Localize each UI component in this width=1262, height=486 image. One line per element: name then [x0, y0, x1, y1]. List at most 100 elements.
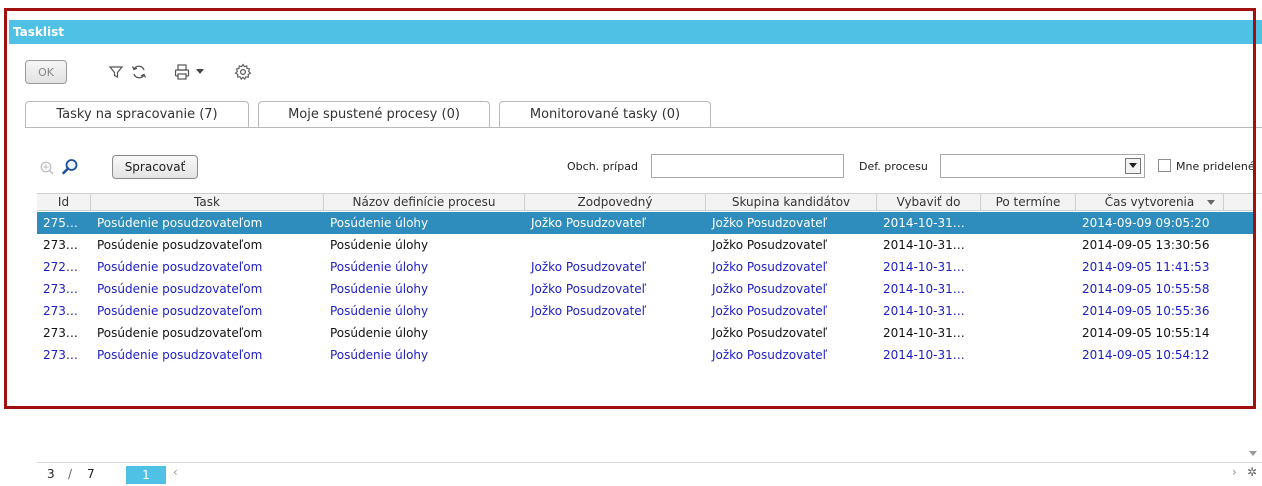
pager-total: 7 — [87, 467, 95, 481]
cell-task: Posúdenie posudzovateľom — [97, 260, 263, 274]
cell-candidate-group: Jožko Posudzovateľ — [712, 326, 828, 340]
table-row[interactable]: 272… Posúdenie posudzovateľom Posúdenie úl… — [37, 256, 1255, 278]
assigned-checkbox[interactable] — [1158, 159, 1171, 172]
grid-settings-icon[interactable]: ✲ — [1247, 465, 1257, 479]
cell-owner: Jožko Posudzovateľ — [531, 260, 647, 274]
cell-overdue — [981, 278, 1076, 300]
cell-due: 2014-10-31… — [883, 348, 965, 362]
cell-id: 275… — [43, 216, 78, 230]
cell-id: 273… — [43, 326, 78, 340]
cell-task: Posúdenie posudzovateľom — [97, 238, 263, 252]
search-icon[interactable] — [59, 156, 81, 178]
cell-owner — [525, 344, 706, 366]
column-header-created[interactable]: Čas vytvorenia — [1076, 194, 1224, 211]
table-row[interactable]: 273… Posúdenie posudzovateľom Posúdenie úl… — [37, 344, 1255, 366]
cell-overdue — [981, 256, 1076, 278]
print-icon[interactable] — [171, 62, 193, 82]
print-dropdown-icon[interactable] — [194, 64, 206, 80]
pager-current: 3 — [47, 467, 55, 481]
cell-id: 273… — [43, 282, 78, 296]
cell-overdue — [981, 234, 1076, 256]
cell-overdue — [981, 300, 1076, 322]
chevron-down-icon[interactable] — [1125, 158, 1141, 174]
cell-task: Posúdenie posudzovateľom — [97, 326, 263, 340]
cell-task: Posúdenie posudzovateľom — [97, 304, 263, 318]
cell-created: 2014-09-05 10:54:12 — [1082, 348, 1210, 362]
column-header-candidate-group[interactable]: Skupina kandidátov — [706, 194, 877, 211]
cell-created: 2014-09-05 10:55:36 — [1082, 304, 1210, 318]
cell-candidate-group: Jožko Posudzovateľ — [712, 216, 828, 230]
cell-process-definition: Posúdenie úlohy — [330, 238, 429, 252]
table-row[interactable]: 273… Posúdenie posudzovateľom Posúdenie úl… — [37, 300, 1255, 322]
cell-overdue — [981, 344, 1076, 366]
cell-due: 2014-10-31… — [883, 282, 965, 296]
pager-separator: / — [68, 467, 73, 481]
filter-icon[interactable] — [106, 62, 126, 82]
tab-tasky-na-spracovanie[interactable]: Tasky na spracovanie (7) — [25, 101, 249, 128]
column-header-owner[interactable]: Zodpovedný — [525, 194, 706, 211]
cell-owner — [525, 234, 706, 256]
vertical-scrollbar[interactable] — [1245, 415, 1262, 462]
refresh-icon[interactable] — [128, 62, 150, 82]
pager: 3 / 7 1 ‹ › ✲ — [37, 462, 1262, 486]
cell-candidate-group: Jožko Posudzovateľ — [712, 260, 828, 274]
cell-overdue — [981, 212, 1076, 234]
settings-icon[interactable] — [232, 61, 254, 83]
column-header-task[interactable]: Task — [91, 194, 324, 211]
zoom-in-icon[interactable] — [37, 158, 57, 178]
column-header-created-label: Čas vytvorenia — [1104, 195, 1195, 209]
process-definition-label: Def. procesu — [859, 160, 928, 173]
cell-due: 2014-10-31… — [883, 238, 965, 252]
cell-candidate-group: Jožko Posudzovateľ — [712, 238, 828, 252]
cell-due: 2014-10-31… — [883, 260, 965, 274]
cell-due: 2014-10-31… — [883, 216, 965, 230]
column-header-overdue[interactable]: Po termíne — [981, 194, 1076, 211]
cell-process-definition: Posúdenie úlohy — [330, 326, 429, 340]
assigned-label: Mne pridelené — [1176, 160, 1255, 173]
process-definition-select[interactable] — [940, 154, 1145, 178]
window-title: Tasklist — [9, 20, 1262, 44]
cell-id: 273… — [43, 304, 78, 318]
cell-id: 273… — [43, 238, 78, 252]
cell-task: Posúdenie posudzovateľom — [97, 348, 263, 362]
cell-owner: Jožko Posudzovateľ — [531, 216, 647, 230]
page-button-1[interactable]: 1 — [126, 466, 166, 484]
cell-process-definition: Posúdenie úlohy — [330, 260, 429, 274]
cell-created: 2014-09-05 10:55:14 — [1082, 326, 1210, 340]
cell-id: 273… — [43, 348, 78, 362]
cell-candidate-group: Jožko Posudzovateľ — [712, 304, 828, 318]
column-header-filler — [1224, 194, 1255, 211]
cell-due: 2014-10-31… — [883, 304, 965, 318]
table-row[interactable]: 273… Posúdenie posudzovateľom Posúdenie úl… — [37, 234, 1255, 256]
cell-task: Posúdenie posudzovateľom — [97, 216, 263, 230]
tab-monitorovane-tasky[interactable]: Monitorované tasky (0) — [499, 101, 711, 127]
cell-process-definition: Posúdenie úlohy — [330, 304, 429, 318]
cell-candidate-group: Jožko Posudzovateľ — [712, 282, 828, 296]
cell-created: 2014-09-05 13:30:56 — [1082, 238, 1210, 252]
cell-due: 2014-10-31… — [883, 326, 965, 340]
cell-overdue — [981, 322, 1076, 344]
cell-owner — [525, 322, 706, 344]
column-header-id[interactable]: Id — [37, 194, 91, 211]
scroll-left-icon[interactable]: ‹ — [173, 465, 178, 479]
cell-created: 2014-09-05 11:41:53 — [1082, 260, 1210, 274]
process-button[interactable]: Spracovať — [112, 155, 198, 179]
column-header-due[interactable]: Vybaviť do — [877, 194, 981, 211]
ok-button[interactable]: OK — [25, 60, 67, 84]
cell-owner: Jožko Posudzovateľ — [531, 304, 647, 318]
cell-created: 2014-09-09 09:05:20 — [1082, 216, 1210, 230]
table-row[interactable]: 273… Posúdenie posudzovateľom Posúdenie úl… — [37, 322, 1255, 344]
case-input[interactable] — [651, 154, 844, 178]
tab-divider — [25, 127, 1262, 128]
tab-moje-spustene-procesy[interactable]: Moje spustené procesy (0) — [258, 101, 490, 127]
cell-process-definition: Posúdenie úlohy — [330, 282, 429, 296]
case-label: Obch. prípad — [567, 160, 638, 173]
cell-created: 2014-09-05 10:55:58 — [1082, 282, 1210, 296]
column-header-process-definition[interactable]: Názov definície procesu — [324, 194, 525, 211]
cell-candidate-group: Jožko Posudzovateľ — [712, 348, 828, 362]
cell-owner: Jožko Posudzovateľ — [531, 282, 647, 296]
table-row[interactable]: 273… Posúdenie posudzovateľom Posúdenie úl… — [37, 278, 1255, 300]
sort-desc-icon[interactable] — [1207, 194, 1215, 210]
scroll-right-icon[interactable]: › — [1232, 465, 1237, 479]
table-row[interactable]: 275… Posúdenie posudzovateľom Posúdenie úl… — [37, 212, 1255, 234]
